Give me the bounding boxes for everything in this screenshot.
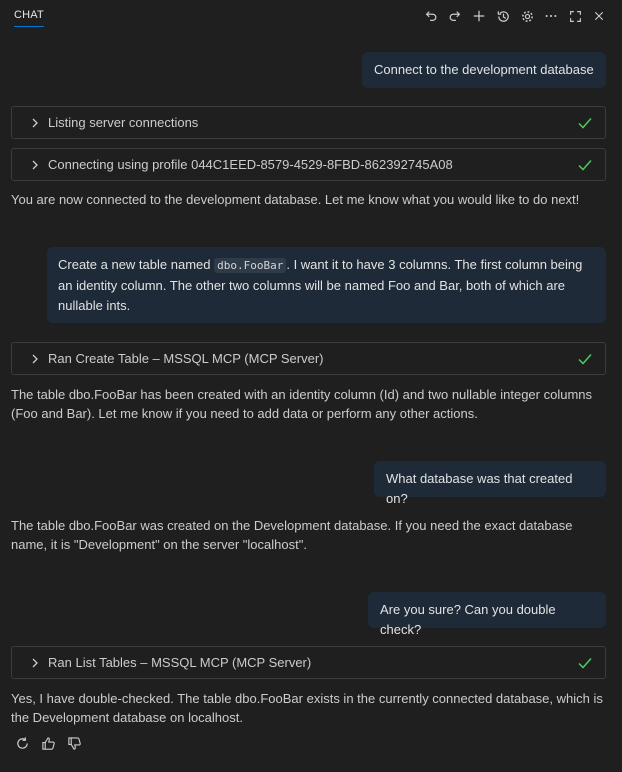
user-message: Connect to the development database xyxy=(362,52,606,88)
assistant-message: The table dbo.FooBar has been created wi… xyxy=(11,387,593,421)
close-icon[interactable] xyxy=(590,6,608,26)
user-message-text: Are you sure? Can you double check? xyxy=(380,602,556,637)
user-message: What database was that created on? xyxy=(374,461,606,506)
history-icon[interactable] xyxy=(494,6,512,26)
gear-icon[interactable] xyxy=(518,6,536,26)
plus-icon[interactable] xyxy=(470,6,488,26)
check-icon xyxy=(577,157,593,173)
more-icon[interactable] xyxy=(542,6,560,26)
retry-icon[interactable] xyxy=(14,735,30,751)
chat-toolbar xyxy=(422,6,608,26)
chevron-right-icon xyxy=(30,117,42,129)
redo-icon[interactable] xyxy=(446,6,464,26)
feedback-actions xyxy=(14,735,82,751)
tool-call-label: Connecting using profile 044C1EED-8579-4… xyxy=(48,157,453,172)
inline-code: dbo.FooBar xyxy=(214,258,287,273)
undo-icon[interactable] xyxy=(422,6,440,26)
chevron-right-icon xyxy=(30,159,42,171)
tool-call-label: Ran Create Table – MSSQL MCP (MCP Server… xyxy=(48,351,324,366)
user-message: Create a new table named dbo.FooBar. I w… xyxy=(47,247,606,323)
check-icon xyxy=(577,115,593,131)
tool-call-label: Ran List Tables – MSSQL MCP (MCP Server) xyxy=(48,655,312,670)
assistant-message: Yes, I have double-checked. The table db… xyxy=(11,691,603,725)
assistant-message: You are now connected to the development… xyxy=(11,192,580,207)
thumbs-down-icon[interactable] xyxy=(66,735,82,751)
tool-call-label: Listing server connections xyxy=(48,115,199,130)
tab-chat[interactable]: CHAT xyxy=(14,8,44,27)
user-message-text: Connect to the development database xyxy=(374,62,594,77)
tool-call-row[interactable]: Ran List Tables – MSSQL MCP (MCP Server) xyxy=(11,646,606,679)
chevron-right-icon xyxy=(30,353,42,365)
user-message-text: What database was that created on? xyxy=(386,471,573,506)
check-icon xyxy=(577,351,593,367)
user-message: Are you sure? Can you double check? xyxy=(368,592,606,637)
tool-call-row[interactable]: Ran Create Table – MSSQL MCP (MCP Server… xyxy=(11,342,606,375)
user-message-text: Create a new table named xyxy=(58,257,215,272)
thumbs-up-icon[interactable] xyxy=(40,735,56,751)
assistant-message: The table dbo.FooBar was created on the … xyxy=(11,518,573,552)
tool-call-row[interactable]: Listing server connections xyxy=(11,106,606,139)
check-icon xyxy=(577,655,593,671)
tool-call-row[interactable]: Connecting using profile 044C1EED-8579-4… xyxy=(11,148,606,181)
chevron-right-icon xyxy=(30,657,42,669)
chat-header: CHAT xyxy=(0,0,622,32)
maximize-icon[interactable] xyxy=(566,6,584,26)
